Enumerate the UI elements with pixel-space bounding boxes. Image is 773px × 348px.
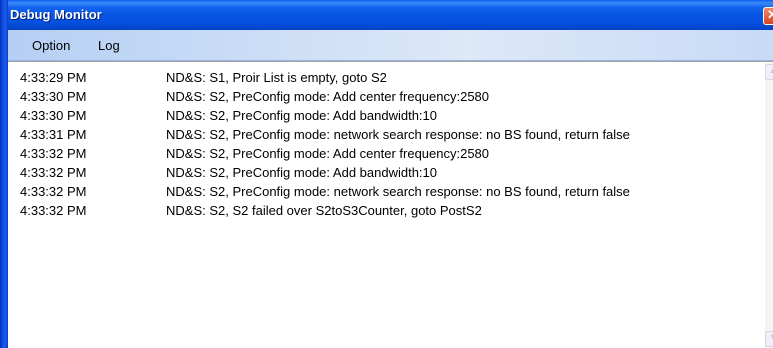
log-time: 4:33:32 PM xyxy=(20,184,87,199)
log-entry: 4:33:29 PM ND&S: S1, Proir List is empty… xyxy=(8,68,763,87)
log-entry: 4:33:32 PM ND&S: S2, PreConfig mode: Add… xyxy=(8,144,763,163)
close-icon: ✕ xyxy=(767,7,773,22)
log-time: 4:33:32 PM xyxy=(20,165,87,180)
log-entry: 4:33:31 PM ND&S: S2, PreConfig mode: net… xyxy=(8,125,763,144)
log-entry: 4:33:32 PM ND&S: S2, PreConfig mode: net… xyxy=(8,182,763,201)
log-panel: 4:33:29 PM ND&S: S1, Proir List is empty… xyxy=(8,61,773,348)
log-entry: 4:33:30 PM ND&S: S2, PreConfig mode: Add… xyxy=(8,106,763,125)
debug-monitor-window: Debug Monitor ✕ Option Log 4:33:29 PM ND… xyxy=(0,0,773,348)
log-message: ND&S: S1, Proir List is empty, goto S2 xyxy=(166,70,387,85)
log-message: ND&S: S2, S2 failed over S2toS3Counter, … xyxy=(166,203,482,218)
log-message: ND&S: S2, PreConfig mode: Add center fre… xyxy=(166,146,490,161)
log-message: ND&S: S2, PreConfig mode: Add bandwidth:… xyxy=(166,165,437,180)
title-bar[interactable]: Debug Monitor ✕ xyxy=(0,0,773,30)
log-entry: 4:33:32 PM ND&S: S2, S2 failed over S2to… xyxy=(8,201,763,220)
close-button[interactable]: ✕ xyxy=(763,7,773,25)
chevron-up-icon: ▲ xyxy=(769,65,773,75)
scroll-down-button[interactable]: ▼ xyxy=(765,331,773,347)
log-list: 4:33:29 PM ND&S: S1, Proir List is empty… xyxy=(8,68,763,220)
log-time: 4:33:29 PM xyxy=(20,70,87,85)
log-message: ND&S: S2, PreConfig mode: network search… xyxy=(166,184,630,199)
menu-bar: Option Log xyxy=(8,30,773,61)
log-entry: 4:33:30 PM ND&S: S2, PreConfig mode: Add… xyxy=(8,87,763,106)
log-message: ND&S: S2, PreConfig mode: network search… xyxy=(166,127,630,142)
log-message: ND&S: S2, PreConfig mode: Add center fre… xyxy=(166,89,490,104)
log-time: 4:33:30 PM xyxy=(20,108,87,123)
window-left-border xyxy=(0,0,8,348)
window-title: Debug Monitor xyxy=(10,7,102,22)
menu-option[interactable]: Option xyxy=(32,38,70,53)
scroll-up-button[interactable]: ▲ xyxy=(765,64,773,80)
menu-log[interactable]: Log xyxy=(98,38,120,53)
log-entry: 4:33:32 PM ND&S: S2, PreConfig mode: Add… xyxy=(8,163,763,182)
log-time: 4:33:32 PM xyxy=(20,146,87,161)
log-message: ND&S: S2, PreConfig mode: Add bandwidth:… xyxy=(166,108,437,123)
log-time: 4:33:31 PM xyxy=(20,127,87,142)
chevron-down-icon: ▼ xyxy=(769,332,773,342)
log-time: 4:33:32 PM xyxy=(20,203,87,218)
log-time: 4:33:30 PM xyxy=(20,89,87,104)
vertical-scrollbar[interactable]: ▲ ▼ xyxy=(765,63,773,348)
